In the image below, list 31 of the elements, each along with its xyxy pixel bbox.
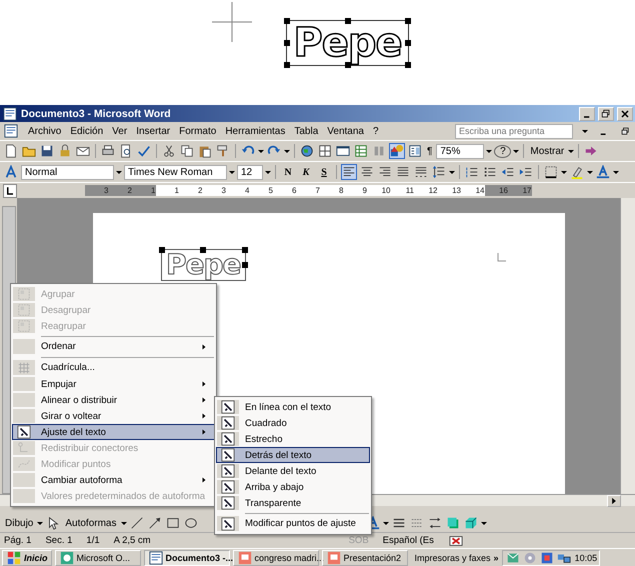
status-field: Pág. 1 — [4, 535, 32, 546]
ruler-number: 11 — [404, 185, 414, 196]
status-field: Sec. 1 — [45, 535, 72, 546]
status-field: A 2,5 cm — [114, 535, 151, 546]
ruler-number: 2 — [108, 185, 132, 196]
ruler-number: 4 — [244, 185, 250, 196]
status-field: 1/1 — [86, 535, 100, 546]
ruler-number: 5 — [268, 185, 273, 196]
ruler-number: 1 — [174, 185, 179, 196]
ruler-number: 14 — [474, 185, 484, 196]
taskbar-label: Presentación2 — [344, 553, 402, 563]
ruler-number: 9 — [362, 185, 367, 196]
taskbar-label: Microsoft O... — [76, 553, 130, 563]
start-label: Inicio — [24, 553, 48, 563]
taskbar-label: congreso madri... — [254, 553, 324, 563]
ruler-number: 3 — [85, 185, 108, 196]
clock: 10:05 — [574, 553, 598, 563]
ruler-number: 8 — [338, 185, 344, 196]
ruler-number: 16 — [484, 185, 508, 196]
ruler-number: 13 — [451, 185, 461, 196]
ruler-number: 7 — [314, 185, 320, 196]
status-field: SOB — [348, 535, 369, 546]
ruler-number: 17 — [508, 185, 532, 196]
status-field: Español (Es — [382, 535, 434, 546]
ruler-number: 12 — [428, 185, 438, 196]
ruler-number: 6 — [291, 185, 296, 196]
ruler-number: 2 — [197, 185, 202, 196]
ruler-number: 1 — [132, 185, 156, 196]
ruler-number: 10 — [380, 185, 390, 196]
ruler-number: 3 — [220, 185, 226, 196]
window-title: Documento3 - Microsoft Word — [21, 108, 171, 120]
